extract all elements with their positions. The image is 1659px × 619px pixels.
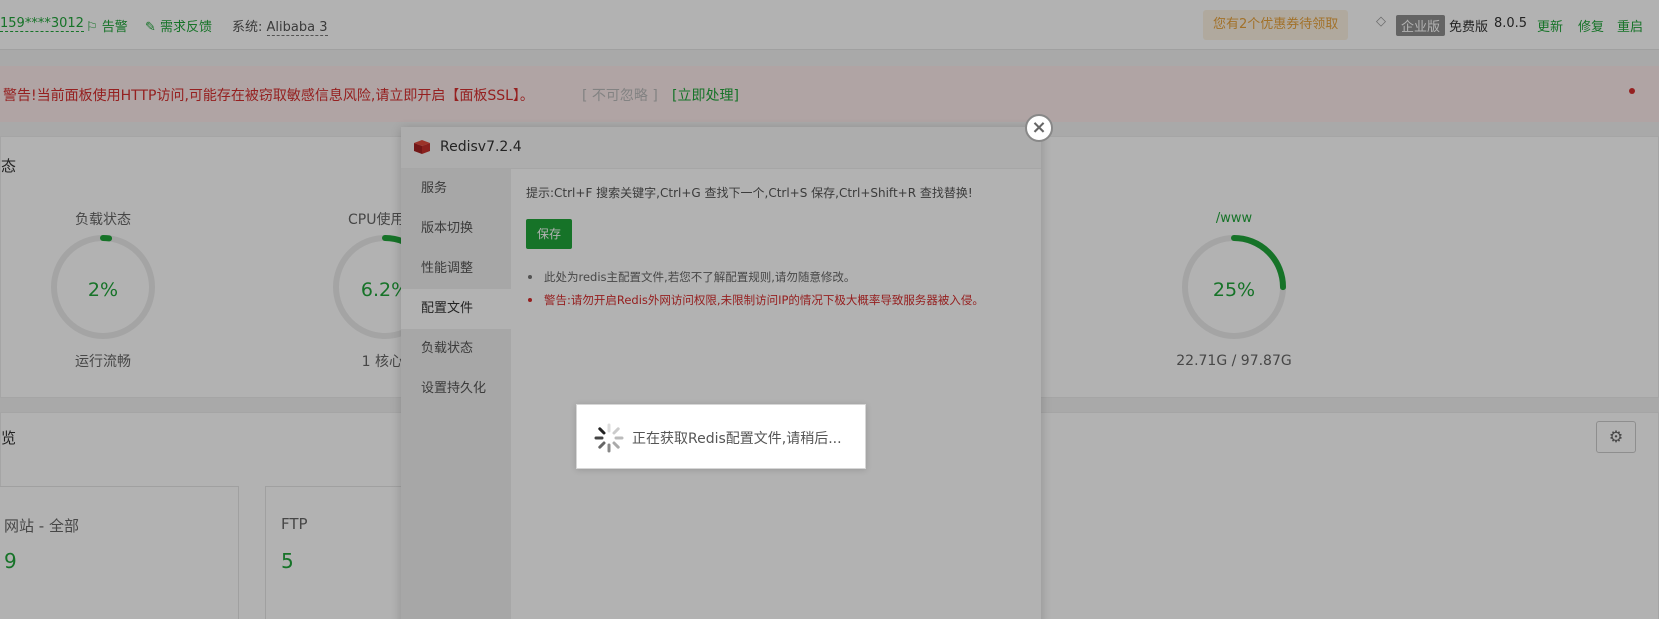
close-modal-button[interactable]: × (1025, 114, 1053, 142)
loading-text: 正在获取Redis配置文件,请稍后... (632, 431, 842, 447)
loading-dialog: 正在获取Redis配置文件,请稍后... (576, 404, 866, 469)
close-icon: × (1031, 117, 1047, 138)
modal-dim-overlay (401, 127, 1041, 619)
spinner-icon (594, 423, 624, 453)
